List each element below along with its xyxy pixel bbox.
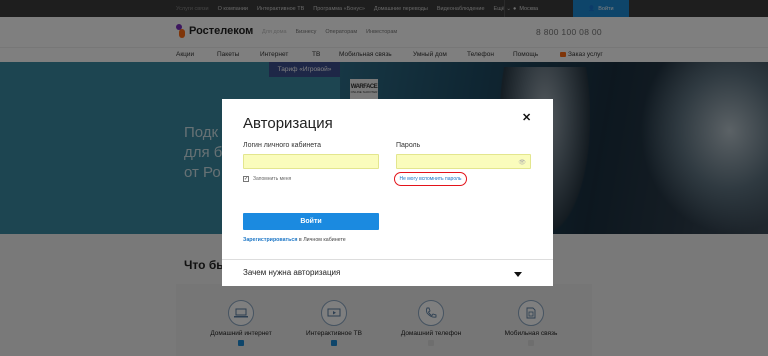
show-password-icon[interactable]: 👁: [518, 159, 526, 166]
login-field-label: Логин личного кабинета: [243, 142, 321, 149]
forgot-password-highlight: Не могу вспомнить пароль: [394, 172, 467, 186]
register-link[interactable]: Зарегистрироваться: [243, 237, 297, 243]
remember-me[interactable]: ✓ Запомнить меня: [243, 176, 291, 182]
password-field[interactable]: 👁: [396, 154, 531, 169]
login-field[interactable]: [243, 154, 379, 169]
remember-checkbox[interactable]: ✓: [243, 176, 249, 182]
register-line: Зарегистрироваться в Личном кабинете: [243, 237, 346, 243]
why-auth-accordion[interactable]: Зачем нужна авторизация: [222, 259, 553, 286]
password-field-label: Пароль: [396, 142, 421, 149]
forgot-password-link[interactable]: Не могу вспомнить пароль: [399, 176, 461, 182]
why-auth-label: Зачем нужна авторизация: [243, 268, 341, 277]
chevron-down-icon: [514, 272, 522, 277]
auth-modal: Авторизация ✕ Логин личного кабинета Пар…: [222, 99, 553, 286]
modal-title: Авторизация: [243, 115, 333, 132]
register-suffix: в Личном кабинете: [297, 237, 346, 243]
submit-button[interactable]: Войти: [243, 213, 379, 230]
remember-label: Запомнить меня: [253, 176, 292, 182]
close-icon[interactable]: ✕: [522, 111, 531, 124]
